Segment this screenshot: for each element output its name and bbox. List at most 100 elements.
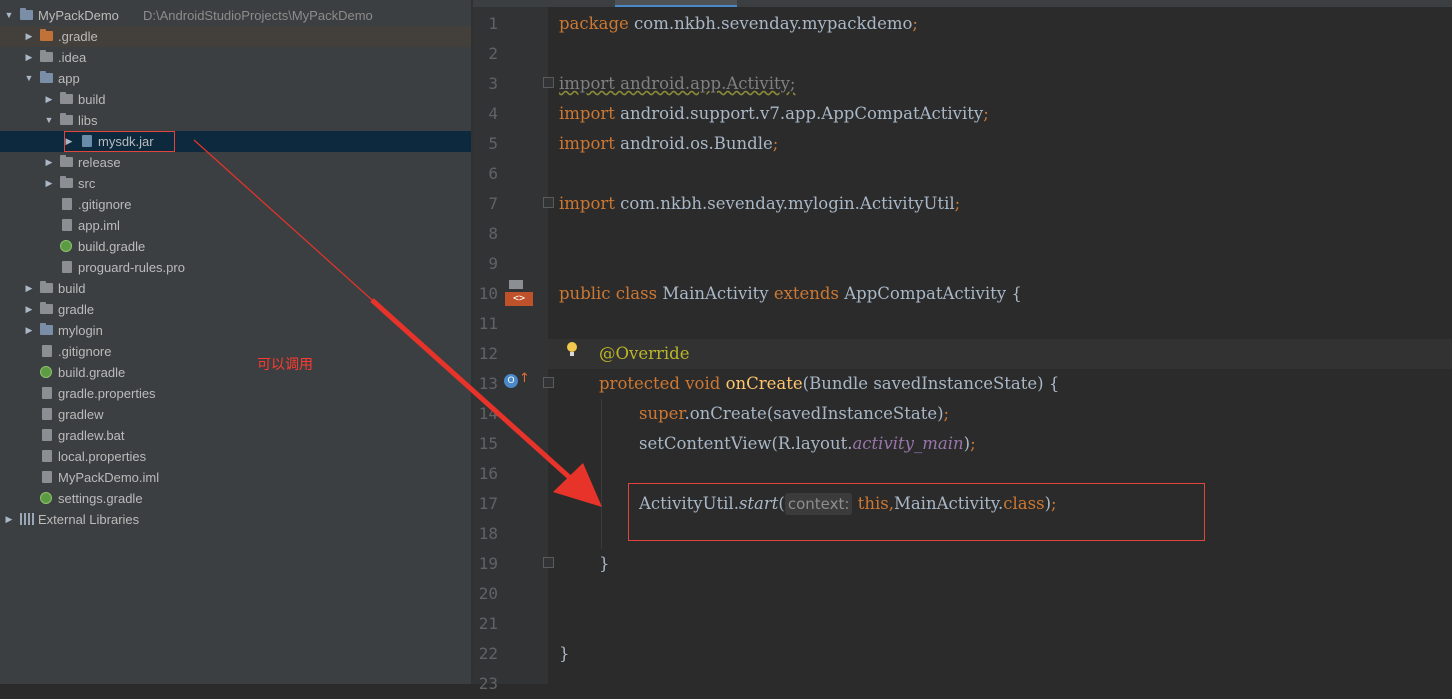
libraries-icon [20, 513, 34, 525]
code-editor[interactable]: 1 2 3 4 5 6 7 8 9 10 11 12 13 14 15 16 17 18 19 20 21 22 23 <>… [473, 0, 1452, 693]
indent-guide [601, 399, 602, 549]
file-icon [42, 471, 52, 483]
collapse-arrow-icon[interactable]: ▶ [44, 89, 54, 110]
fold-marker-icon[interactable] [543, 377, 554, 388]
tree-item[interactable]: ▼ MyPackDemo D:\AndroidStudioProjects\MyPa… [0, 5, 471, 26]
tree-item[interactable]: MyPackDemo.iml [0, 467, 471, 488]
fold-marker-icon[interactable] [543, 557, 554, 568]
tree-item-label: MyPackDemo [38, 8, 119, 23]
folder-icon [60, 92, 73, 104]
line-number: 14 [478, 404, 498, 423]
fold-marker-icon[interactable] [543, 77, 554, 88]
code-line-14[interactable]: super.onCreate(savedInstanceState); [639, 399, 949, 429]
tree-item[interactable]: ▼ app [0, 68, 471, 89]
module-folder-icon [40, 323, 53, 335]
tree-item[interactable]: gradlew.bat [0, 425, 471, 446]
tree-item[interactable]: ▶ src [0, 173, 471, 194]
collapse-arrow-icon[interactable]: ▶ [24, 299, 34, 320]
line-number: 3 [488, 74, 498, 93]
collapse-arrow-icon[interactable]: ▶ [24, 26, 34, 47]
override-method-icon[interactable]: O [504, 374, 518, 388]
tree-item[interactable]: ▶ .idea [0, 47, 471, 68]
code-line-3[interactable]: import android.app.Activity; [559, 69, 796, 99]
tree-item-label: app [58, 71, 80, 86]
override-up-arrow-icon[interactable]: ↑ [519, 372, 530, 386]
expand-arrow-icon[interactable]: ▼ [24, 68, 34, 89]
code-line-19[interactable]: } [599, 549, 610, 579]
tree-item-label: gradlew.bat [58, 428, 125, 443]
tree-item[interactable]: ▶ .gradle [0, 26, 471, 47]
tree-item-label: src [78, 176, 96, 191]
class-run-icon[interactable]: <> [505, 280, 533, 306]
tree-item[interactable]: ▶ External Libraries [0, 509, 471, 530]
gradle-icon [40, 366, 52, 378]
tree-item-label: proguard-rules.pro [78, 260, 185, 275]
tree-item[interactable]: ▶ release [0, 152, 471, 173]
tree-item[interactable]: ▶ gradle [0, 299, 471, 320]
file-icon [42, 429, 52, 441]
line-number: 5 [488, 134, 498, 153]
line-number: 10 [478, 284, 498, 303]
tree-item-label: mylogin [58, 323, 103, 338]
line-number: 13 [478, 374, 498, 393]
collapse-arrow-icon[interactable]: ▶ [44, 173, 54, 194]
tree-item-label: app.iml [78, 218, 120, 233]
tree-item[interactable]: local.properties [0, 446, 471, 467]
folder-icon [60, 155, 73, 167]
tree-item[interactable]: build.gradle [0, 236, 471, 257]
code-line-10[interactable]: public class MainActivity extends AppCom… [559, 279, 1022, 309]
code-line-13[interactable]: protected void onCreate(Bundle savedInst… [599, 369, 1059, 399]
collapse-arrow-icon[interactable]: ▶ [24, 320, 34, 341]
code-line-12[interactable]: @Override [599, 339, 690, 369]
line-number: 23 [478, 674, 498, 693]
tree-item[interactable]: gradlew [0, 404, 471, 425]
tree-item-label: .idea [58, 50, 87, 65]
collapse-arrow-icon[interactable]: ▶ [44, 152, 54, 173]
tree-item[interactable]: build.gradle [0, 362, 471, 383]
gradle-icon [40, 492, 52, 504]
line-number: 21 [478, 614, 498, 633]
line-number: 17 [478, 494, 498, 513]
file-icon [62, 219, 72, 231]
tree-item[interactable]: gradle.properties [0, 383, 471, 404]
expand-arrow-icon[interactable]: ▼ [4, 5, 14, 26]
module-folder-icon [20, 8, 33, 20]
tree-item-label: .gitignore [58, 344, 112, 359]
tree-item-label: build [78, 92, 106, 107]
tree-item[interactable]: app.iml [0, 215, 471, 236]
expand-arrow-icon[interactable]: ▼ [44, 110, 54, 131]
highlight-box-activityutil-call [628, 483, 1205, 541]
tree-item[interactable]: .gitignore [0, 341, 471, 362]
active-editor-tab[interactable] [615, 0, 737, 7]
tree-item[interactable]: ▶ build [0, 278, 471, 299]
code-line-15[interactable]: setContentView(R.layout.activity_main); [639, 429, 976, 459]
tree-item-label: local.properties [58, 449, 147, 464]
fold-marker-icon[interactable] [543, 197, 554, 208]
collapse-arrow-icon[interactable]: ▶ [24, 278, 34, 299]
tree-item-label: gradle [58, 302, 95, 317]
code-line-7[interactable]: import com.nkbh.sevenday.mylogin.Activit… [559, 189, 960, 219]
code-line-1[interactable]: package com.nkbh.sevenday.mypackdemo; [559, 9, 918, 39]
file-icon [62, 261, 72, 273]
code-line-5[interactable]: import android.os.Bundle; [559, 129, 778, 159]
module-folder-icon [40, 71, 53, 83]
tree-item[interactable]: settings.gradle [0, 488, 471, 509]
file-icon [62, 198, 72, 210]
tree-item-label: build [58, 281, 86, 296]
tree-item[interactable]: ▶ mylogin [0, 320, 471, 341]
folder-icon [40, 302, 53, 314]
tree-item[interactable]: proguard-rules.pro [0, 257, 471, 278]
tree-item-label: MyPackDemo.iml [58, 470, 160, 485]
collapse-arrow-icon[interactable]: ▶ [4, 509, 14, 530]
lightbulb-icon[interactable] [566, 342, 578, 358]
tree-item[interactable]: .gitignore [0, 194, 471, 215]
tree-item[interactable]: ▶ build [0, 89, 471, 110]
tree-item-label: settings.gradle [58, 491, 143, 506]
code-line-22[interactable]: } [559, 639, 570, 669]
collapse-arrow-icon[interactable]: ▶ [24, 47, 34, 68]
tree-item-label: gradlew [58, 407, 104, 422]
folder-icon [60, 176, 73, 188]
tree-item[interactable]: ▼ libs [0, 110, 471, 131]
line-number: 11 [478, 314, 498, 333]
code-line-4[interactable]: import android.support.v7.app.AppCompatA… [559, 99, 989, 129]
